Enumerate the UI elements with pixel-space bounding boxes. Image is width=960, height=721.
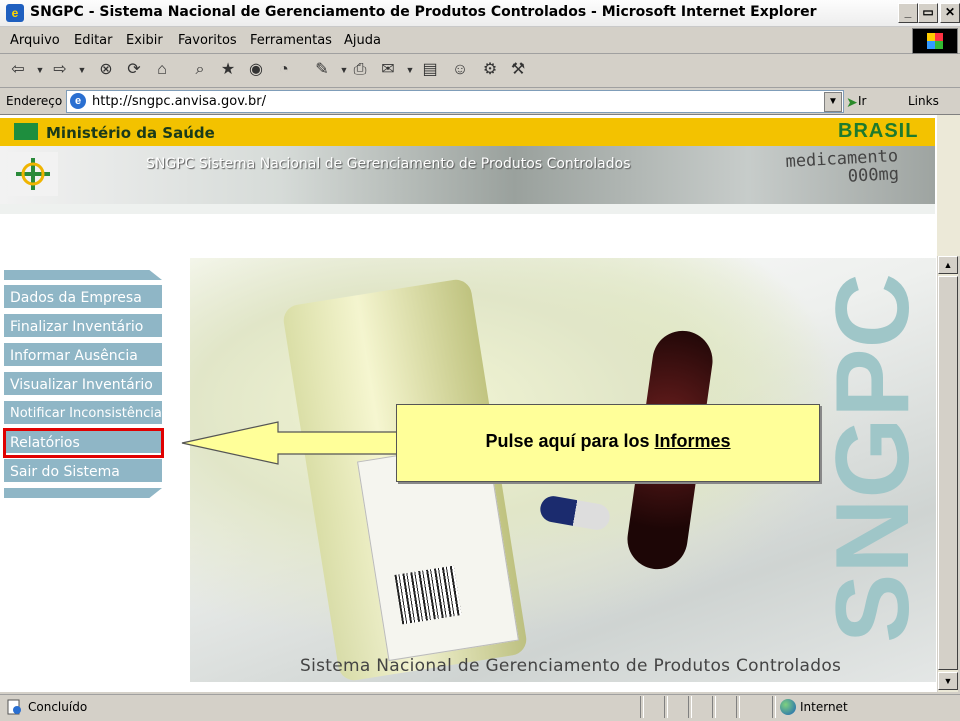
messenger-icon[interactable]: ☺ [450, 60, 470, 80]
status-divider [736, 696, 740, 718]
maximize-button[interactable]: ▭ [918, 3, 938, 23]
site-header-title: SNGPC Sistema Nacional de Gerenciamento … [146, 156, 631, 172]
close-button[interactable]: ✕ [940, 3, 960, 23]
app-icon: e [6, 4, 24, 22]
address-dropdown-icon[interactable]: ▼ [824, 92, 842, 112]
search-icon[interactable]: ⌕ [190, 60, 210, 80]
ministry-logo-icon [14, 123, 38, 140]
back-icon[interactable]: ⇦ [8, 60, 28, 80]
nav-top-cap [4, 270, 162, 280]
status-divider [712, 696, 716, 718]
medicine-label-art: medicamento 000mg [785, 146, 900, 187]
refresh-icon[interactable]: ⟳ [124, 60, 144, 80]
favorites-icon[interactable]: ★ [218, 60, 238, 80]
back-dropdown-icon[interactable]: ▼ [30, 60, 50, 80]
menu-editar[interactable]: Editar [74, 33, 113, 48]
scroll-up-icon[interactable]: ▲ [938, 256, 958, 274]
anvisa-logo-icon [8, 152, 58, 196]
nav-sair-do-sistema[interactable]: Sair do Sistema [4, 459, 162, 485]
ie-page-icon: e [70, 93, 86, 109]
page-top-gutter [937, 115, 960, 256]
scroll-down-icon[interactable]: ▼ [938, 672, 958, 690]
nav-finalizar-inventario[interactable]: Finalizar Inventário [4, 314, 162, 340]
media-icon[interactable]: ◉ [246, 60, 266, 80]
menu-favoritos[interactable]: Favoritos [178, 33, 237, 48]
tools-icon[interactable]: ⚒ [508, 60, 528, 80]
forward-icon[interactable]: ⇨ [50, 60, 70, 80]
status-divider [664, 696, 668, 718]
status-divider [688, 696, 692, 718]
research-icon[interactable]: ⚙ [480, 60, 500, 80]
status-text: Concluído [28, 700, 88, 714]
nav-notificar-inconsistencia[interactable]: Notificar Inconsistência [4, 401, 162, 427]
internet-zone-icon [780, 699, 796, 715]
ministry-title: Ministério da Saúde [46, 124, 215, 142]
pointer-arrow [181, 421, 401, 465]
nav-visualizar-inventario[interactable]: Visualizar Inventário [4, 372, 162, 398]
home-icon[interactable]: ⌂ [152, 60, 172, 80]
svg-text:SNGPC: SNGPC [820, 273, 920, 643]
minimize-button[interactable]: _ [898, 3, 918, 23]
informes-link[interactable]: Informes [655, 431, 731, 451]
address-label: Endereço [6, 94, 63, 108]
print-icon[interactable]: ⎙ [350, 60, 370, 80]
status-divider [772, 696, 776, 718]
menu-exibir[interactable]: Exibir [126, 33, 163, 48]
mail-icon[interactable]: ✉ [378, 60, 398, 80]
site-footer-title: Sistema Nacional de Gerenciamento de Pro… [300, 656, 842, 676]
relatorios-highlight-box [3, 428, 164, 458]
address-input[interactable]: http://sngpc.anvisa.gov.br/ [92, 94, 266, 109]
go-button[interactable]: Ir [858, 94, 866, 108]
scroll-thumb[interactable] [938, 276, 958, 670]
forward-dropdown-icon[interactable]: ▼ [72, 60, 92, 80]
windows-logo-icon [912, 28, 958, 54]
security-zone-text: Internet [800, 700, 848, 714]
header-separator [0, 204, 935, 214]
callout-box: Pulse aquí para los Informes [396, 404, 820, 482]
window-title: SNGPC - Sistema Nacional de Gerenciament… [30, 4, 817, 20]
menu-arquivo[interactable]: Arquivo [10, 33, 60, 48]
stop-icon[interactable]: ⊗ [96, 60, 116, 80]
barcode-image [394, 565, 462, 625]
menu-ferramentas[interactable]: Ferramentas [250, 33, 332, 48]
sngpc-vertical-logo: SNGPC [820, 273, 920, 643]
mail-dropdown-icon[interactable]: ▼ [400, 60, 420, 80]
discuss-icon[interactable]: ▤ [420, 60, 440, 80]
page-done-icon [7, 699, 21, 715]
brasil-logo: BRASIL [838, 120, 919, 142]
menu-ajuda[interactable]: Ajuda [344, 33, 381, 48]
edit-icon[interactable]: ✎ [312, 60, 332, 80]
nav-bottom-cap [4, 488, 162, 498]
nav-dados-da-empresa[interactable]: Dados da Empresa [4, 285, 162, 311]
go-arrow-icon[interactable]: ➤ [846, 94, 858, 111]
nav-informar-ausencia[interactable]: Informar Ausência [4, 343, 162, 369]
callout-text: Pulse aquí para los Informes [485, 431, 731, 451]
links-button[interactable]: Links [908, 94, 939, 108]
status-divider [640, 696, 644, 718]
history-icon[interactable]: ◔ [274, 60, 294, 80]
